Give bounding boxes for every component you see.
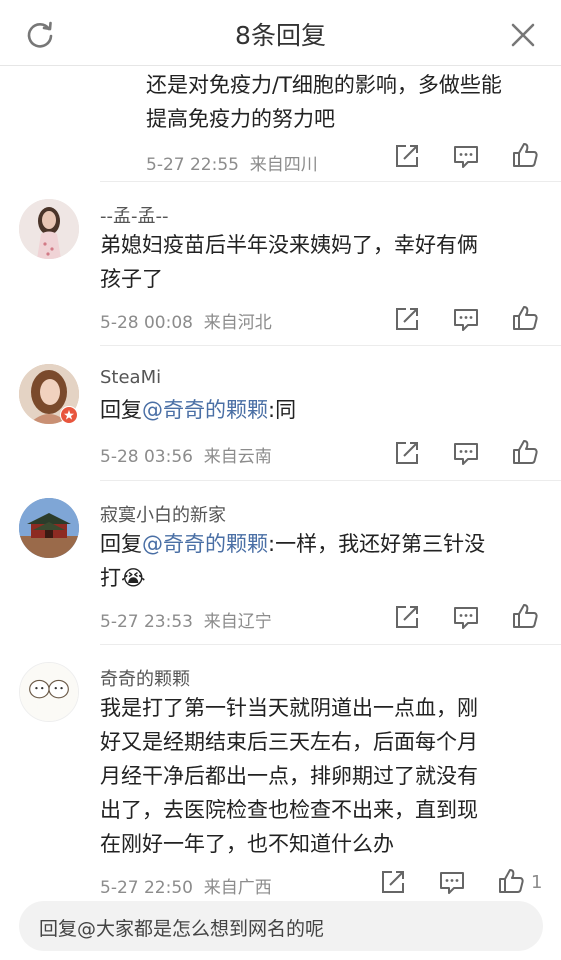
reply-time: 5-27 23:53	[100, 612, 193, 632]
reply-author-name[interactable]: --孟-孟--	[100, 202, 168, 228]
comment-icon[interactable]	[438, 868, 466, 896]
forward-icon[interactable]	[393, 439, 421, 467]
divider	[100, 480, 561, 481]
reply-content: 还是对免疫力/T细胞的影响，多做些能 提高免疫力的努力吧	[146, 73, 502, 131]
reply-author-name[interactable]: 奇奇的颗颗	[100, 665, 190, 691]
divider	[100, 644, 561, 645]
forward-icon[interactable]	[393, 603, 421, 631]
reply-location: 来自四川	[249, 155, 318, 175]
avatar-image	[19, 498, 79, 558]
like-icon[interactable]	[511, 438, 539, 466]
avatar-image	[20, 663, 78, 721]
reply-meta: 5-27 23:53 来自辽宁	[100, 607, 272, 632]
reply-content: 弟媳妇疫苗后半年没来姨妈了，幸好有俩 孩子了	[100, 233, 478, 291]
reply-time: 5-27 22:50	[100, 878, 193, 898]
reply-author-name[interactable]: 寂寞小白的新家	[100, 501, 226, 527]
reply-time: 5-27 22:55	[146, 155, 239, 175]
avatar[interactable]	[19, 498, 79, 558]
reply-location: 来自广西	[203, 878, 272, 898]
reply-meta: 5-28 00:08 来自河北	[100, 308, 272, 333]
close-icon[interactable]	[508, 20, 538, 50]
reply-meta: 5-28 03:56 来自云南	[100, 442, 272, 467]
like-icon[interactable]	[511, 304, 539, 332]
avatar[interactable]	[19, 199, 79, 259]
like-icon[interactable]	[497, 867, 525, 895]
reply-input-placeholder: 回复@大家都是怎么想到网名的呢	[39, 918, 325, 940]
comment-icon[interactable]	[452, 305, 480, 333]
divider	[100, 345, 561, 346]
panel-title: 8条回复	[235, 21, 326, 50]
reply-content: 我是打了第一针当天就阴道出一点血，刚 好又是经期结束后三天左右，后面每个月 月经…	[100, 696, 478, 856]
like-count: 1	[531, 872, 543, 893]
reply-time: 5-28 03:56	[100, 447, 193, 467]
reply-location: 来自河北	[203, 313, 272, 333]
comment-icon[interactable]	[452, 603, 480, 631]
like-icon[interactable]	[511, 602, 539, 630]
mention-link[interactable]: @奇奇的颗颗	[142, 532, 268, 556]
reply-input[interactable]: 回复@大家都是怎么想到网名的呢	[19, 901, 543, 951]
reply-meta: 5-27 22:55 来自四川	[146, 150, 318, 175]
forward-icon[interactable]	[379, 868, 407, 896]
avatar[interactable]	[19, 662, 79, 722]
reply-time: 5-28 00:08	[100, 313, 193, 333]
divider	[100, 181, 561, 182]
forward-icon[interactable]	[393, 142, 421, 170]
reply-location: 来自云南	[203, 447, 272, 467]
reply-content: 回复@奇奇的颗颗:同	[100, 398, 297, 422]
verified-badge-icon	[60, 406, 78, 424]
mention-link[interactable]: @奇奇的颗颗	[142, 398, 268, 422]
comment-icon[interactable]	[452, 142, 480, 170]
reply-author-name[interactable]: SteaMi	[100, 367, 161, 388]
reply-location: 来自辽宁	[203, 612, 272, 632]
avatar-image	[19, 199, 79, 259]
reply-content: 回复@奇奇的颗颗:一样，我还好第三针没 打😭	[100, 532, 486, 590]
reply-panel-header: 8条回复	[0, 0, 561, 66]
reply-meta: 5-27 22:50 来自广西	[100, 873, 272, 898]
forward-icon[interactable]	[393, 305, 421, 333]
like-icon[interactable]	[511, 141, 539, 169]
comment-icon[interactable]	[452, 439, 480, 467]
